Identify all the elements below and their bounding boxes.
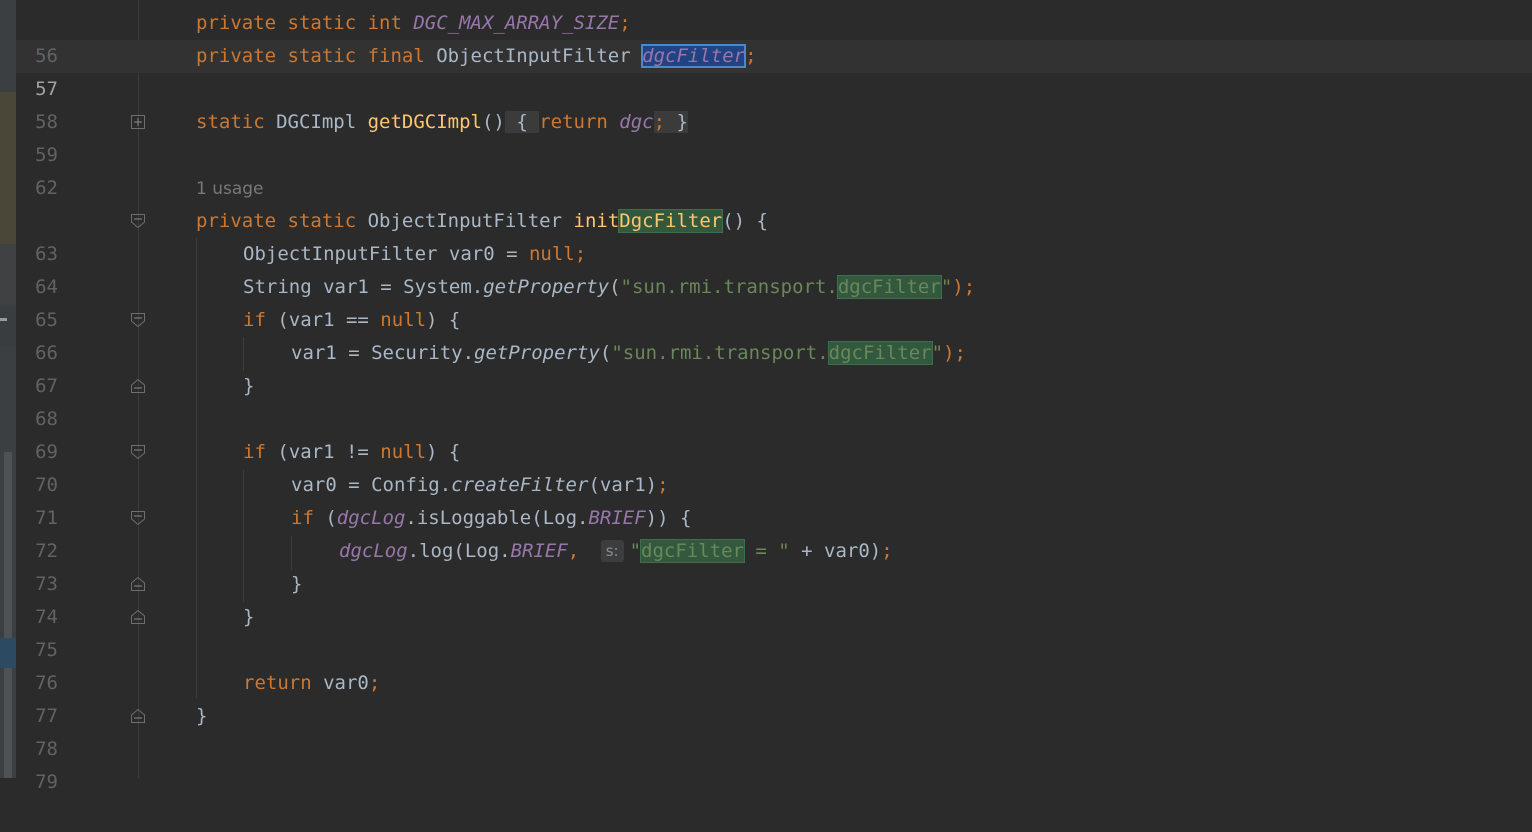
code-line: 70 if (var1 != null) {: [0, 436, 1532, 496]
code-line: 62: [0, 139, 1532, 199]
parameter-hint: s:: [600, 540, 624, 562]
code-line: 66 if (var1 == null) {: [0, 304, 1532, 364]
fold-end-icon[interactable]: [131, 709, 145, 723]
code-line: 74 }: [0, 568, 1532, 628]
code-line: 72 if (dgcLog.isLoggable(Log.BRIEF)) {: [0, 502, 1532, 562]
code-line: 64 ObjectInputFilter var0 = null;: [0, 238, 1532, 298]
line-number: 62: [35, 177, 58, 199]
search-match: dgcFilter: [827, 341, 933, 365]
code-line: 67 var1 = Security.getProperty("sun.rmi.…: [0, 337, 1532, 397]
code-line: 63 private static ObjectInputFilter init…: [0, 205, 1532, 265]
fold-end-icon[interactable]: [131, 379, 145, 393]
usage-hint[interactable]: 1 usage: [196, 176, 264, 202]
fold-collapse-icon[interactable]: [131, 511, 145, 525]
code-content[interactable]: private static final ObjectInputFilter d…: [196, 40, 757, 73]
fold-collapse-icon[interactable]: [131, 214, 145, 228]
code-content[interactable]: String var1 = System.getProperty("sun.rm…: [243, 271, 975, 304]
folded-region[interactable]: {: [504, 111, 540, 133]
code-content[interactable]: if (dgcLog.isLoggable(Log.BRIEF)) {: [291, 502, 691, 535]
code-content[interactable]: ObjectInputFilter var0 = null;: [243, 238, 586, 271]
code-content[interactable]: var1 = Security.getProperty("sun.rmi.tra…: [291, 337, 966, 370]
search-match: dgcFilter: [640, 539, 745, 563]
search-match: dgcFilter: [836, 275, 942, 299]
code-line: 78 }: [0, 700, 1532, 760]
code-line: 65 String var1 = System.getProperty("sun…: [0, 271, 1532, 331]
code-line: 79: [0, 733, 1532, 793]
code-line: 75 }: [0, 601, 1532, 661]
fold-expand-icon[interactable]: [131, 115, 145, 129]
fold-end-icon[interactable]: [131, 577, 145, 591]
fold-end-icon[interactable]: [131, 610, 145, 624]
code-line: 76: [0, 634, 1532, 694]
code-line: 58: [0, 73, 1532, 133]
code-content[interactable]: }: [196, 700, 207, 733]
code-content[interactable]: static DGCImpl getDGCImpl() { return dgc…: [196, 106, 688, 139]
code-line: 77 return var0;: [0, 667, 1532, 727]
search-match: DgcFilter: [618, 209, 724, 233]
line-number: 79: [35, 771, 58, 793]
code-line: 59 static DGCImpl getDGCImpl() { return …: [0, 106, 1532, 166]
code-content[interactable]: }: [243, 601, 254, 634]
code-content[interactable]: dgcLog.log(Log.BRIEF, s: "dgcFilter = " +…: [339, 535, 893, 568]
code-content[interactable]: private static int DGC_MAX_ARRAY_SIZE;: [196, 7, 631, 40]
code-line: 68 }: [0, 370, 1532, 430]
code-content[interactable]: if (var1 != null) {: [243, 436, 460, 469]
code-line: 57 private static final ObjectInputFilte…: [0, 40, 1532, 100]
code-content[interactable]: return var0;: [243, 667, 380, 700]
code-line: 73 dgcLog.log(Log.BRIEF, s: "dgcFilter = …: [0, 535, 1532, 595]
code-line: 71 var0 = Config.createFilter(var1);: [0, 469, 1532, 529]
code-content[interactable]: var0 = Config.createFilter(var1);: [291, 469, 669, 502]
selected-identifier: dgcFilter: [641, 44, 747, 68]
code-content[interactable]: }: [291, 568, 302, 601]
code-content[interactable]: }: [243, 370, 254, 403]
code-content[interactable]: private static ObjectInputFilter initDgc…: [196, 205, 768, 238]
code-line: 56 private static int DGC_MAX_ARRAY_SIZE…: [0, 7, 1532, 67]
fold-collapse-icon[interactable]: [131, 313, 145, 327]
code-content[interactable]: if (var1 == null) {: [243, 304, 460, 337]
fold-collapse-icon[interactable]: [131, 445, 145, 459]
code-line: 69: [0, 403, 1532, 463]
